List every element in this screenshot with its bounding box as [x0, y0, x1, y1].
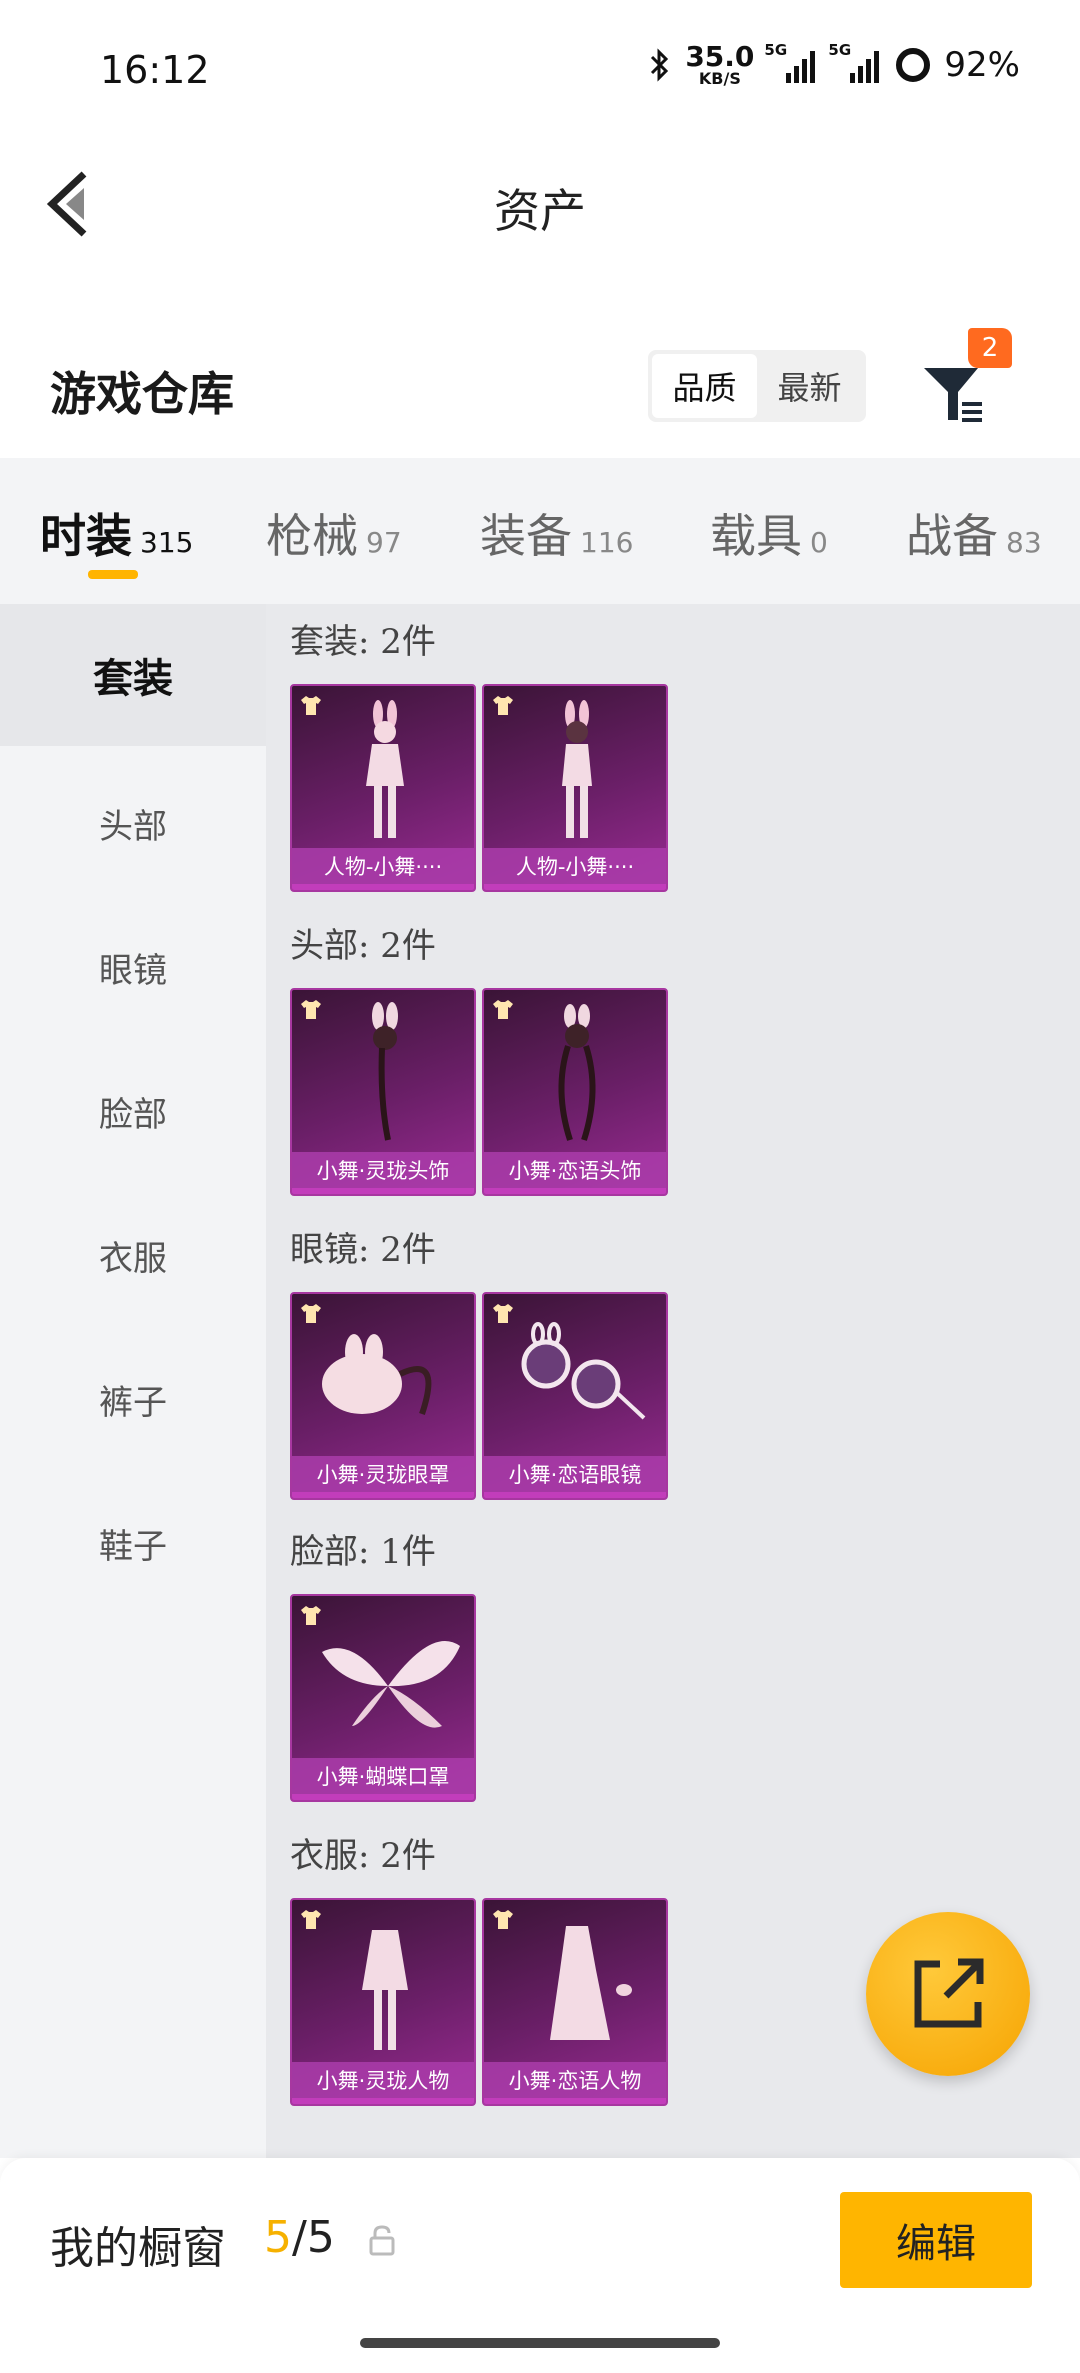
item-card[interactable]: 小舞·灵珑人物 — [290, 1898, 476, 2106]
item-name: 小舞·蝴蝶口罩 — [292, 1758, 474, 1794]
character-figure-icon — [562, 700, 592, 838]
sidebar-item-set[interactable]: 套装 — [0, 604, 266, 746]
headwear-icon — [372, 1002, 398, 1141]
item-name: 小舞·灵珑人物 — [292, 2062, 474, 2098]
showcase-label: 我的橱窗 — [50, 2223, 226, 2274]
dress-icon — [550, 1926, 632, 2040]
item-name: 小舞·灵珑眼罩 — [292, 1456, 474, 1492]
item-name: 小舞·恋语人物 — [484, 2062, 666, 2098]
signal-icon-1: 5G — [764, 41, 818, 83]
item-name: 小舞·灵珑头饰 — [292, 1152, 474, 1188]
filter-count-badge: 2 — [968, 328, 1012, 368]
bluetooth-icon — [651, 48, 669, 82]
active-tab-indicator — [88, 570, 138, 579]
item-card[interactable]: 人物-小舞···· — [482, 684, 668, 892]
character-figure-icon — [366, 700, 404, 838]
sort-newest-button[interactable]: 最新 — [757, 354, 862, 418]
warehouse-header: 游戏仓库 品质 最新 2 — [0, 328, 1080, 460]
share-icon — [914, 1958, 984, 2028]
item-name: 小舞·恋语头饰 — [484, 1152, 666, 1188]
tab-equipment[interactable]: 装备 116 — [480, 500, 633, 566]
glasses-icon — [521, 1322, 646, 1420]
sidebar-item-glasses[interactable]: 眼镜 — [0, 896, 266, 1038]
sidebar-item-pants[interactable]: 裤子 — [0, 1328, 266, 1470]
item-card[interactable]: 小舞·恋语眼镜 — [482, 1292, 668, 1500]
category-tabs: 时装 315 枪械 97 装备 116 载具 0 战备 83 — [0, 458, 1080, 604]
item-card[interactable]: 小舞·灵珑眼罩 — [290, 1292, 476, 1500]
item-card[interactable]: 小舞·蝴蝶口罩 — [290, 1594, 476, 1802]
signal-icon-2: 5G — [828, 41, 882, 83]
sidebar-item-clothes[interactable]: 衣服 — [0, 1184, 266, 1326]
sort-quality-button[interactable]: 品质 — [652, 354, 757, 418]
sidebar-item-face[interactable]: 脸部 — [0, 1040, 266, 1182]
headwear-icon — [558, 1004, 596, 1141]
battery-icon — [896, 48, 931, 82]
lock-icon — [369, 2225, 395, 2256]
section-title-face: 脸部: 1件 — [290, 1532, 436, 1572]
tab-fashion[interactable]: 时装 315 — [40, 500, 193, 566]
section-title-set: 套装: 2件 — [290, 622, 436, 662]
tab-vehicles[interactable]: 载具 0 — [710, 500, 828, 566]
sidebar: 套装 头部 眼镜 脸部 衣服 裤子 鞋子 — [0, 604, 266, 2158]
item-name: 人物-小舞···· — [292, 848, 474, 884]
edit-button[interactable]: 编辑 — [840, 2192, 1032, 2288]
item-card[interactable]: 人物-小舞···· — [290, 684, 476, 892]
showcase-count: 5/5 — [264, 2212, 335, 2263]
status-bar: 16:12 35.0 KB/S 5G 5G 92% — [0, 0, 1080, 130]
top-nav: 资产 — [0, 130, 1080, 280]
section-title-clothes: 衣服: 2件 — [290, 1836, 436, 1876]
section-title-glasses: 眼镜: 2件 — [290, 1230, 436, 1270]
section-title-head: 头部: 2件 — [290, 926, 436, 966]
item-card[interactable]: 小舞·恋语人物 — [482, 1898, 668, 2106]
sidebar-item-head[interactable]: 头部 — [0, 752, 266, 894]
tab-supplies[interactable]: 战备 83 — [906, 500, 1042, 566]
showcase-bar: 我的橱窗 5/5 编辑 — [0, 2158, 1080, 2373]
item-name: 人物-小舞···· — [484, 848, 666, 884]
battery-level: 92% — [944, 45, 1020, 85]
page-title: 资产 — [494, 184, 586, 238]
share-button[interactable] — [866, 1912, 1030, 2076]
status-time: 16:12 — [100, 48, 210, 92]
item-name: 小舞·恋语眼镜 — [484, 1456, 666, 1492]
butterfly-mask-icon — [322, 1641, 460, 1728]
home-indicator[interactable] — [360, 2338, 720, 2348]
tab-firearms[interactable]: 枪械 97 — [266, 500, 402, 566]
outfit-icon — [362, 1930, 408, 2050]
filter-icon[interactable] — [918, 358, 998, 428]
item-card[interactable]: 小舞·恋语头饰 — [482, 988, 668, 1196]
sidebar-item-shoes[interactable]: 鞋子 — [0, 1472, 266, 1614]
warehouse-title: 游戏仓库 — [50, 367, 234, 421]
eye-mask-icon — [322, 1334, 432, 1415]
item-card[interactable]: 小舞·灵珑头饰 — [290, 988, 476, 1196]
network-speed: 35.0 KB/S — [685, 40, 755, 88]
sort-toggle: 品质 最新 — [648, 350, 866, 422]
